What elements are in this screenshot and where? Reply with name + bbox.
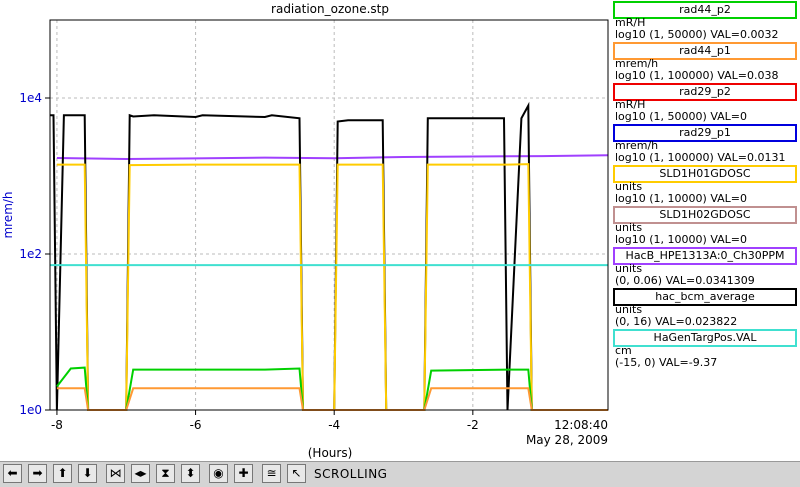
legend-entry-range: (-15, 0) VAL=-9.37 <box>615 356 718 369</box>
pointer-arrow-icon: ↖ <box>291 466 302 480</box>
legend-entry-name[interactable]: HaGenTargPos.VAL <box>613 329 797 347</box>
waveform-icon: ≅ <box>266 466 277 480</box>
y-tick-label: 1e4 <box>19 91 42 105</box>
zoom-out-vertical-icon: ⬍ <box>185 466 196 480</box>
legend-entry-range: log10 (1, 100000) VAL=0.038 <box>615 69 779 82</box>
toolbar: ⬅ ➡ ⬆ ⬇ ⋈ ◂▸ ⧗ ⬍ ◉ ✚ ≅ ↖ SCROLLING <box>0 461 800 487</box>
zoom-in-horizontal-icon: ⋈ <box>109 466 122 480</box>
status-text: SCROLLING <box>314 467 388 481</box>
x-tick-label: -2 <box>467 418 479 432</box>
circle-icon: ◉ <box>213 466 224 480</box>
y-axis-label: mrem/h <box>1 191 15 238</box>
x-axis-label: (Hours) <box>308 446 353 460</box>
legend-entry-range: log10 (1, 10000) VAL=0 <box>615 233 748 246</box>
x-tick-label: -6 <box>190 418 202 432</box>
legend-entry-range: (0, 16) VAL=0.023822 <box>615 315 738 328</box>
legend-entry-range: (0, 0.06) VAL=0.0341309 <box>615 274 755 287</box>
y-tick-label: 1e2 <box>19 247 42 261</box>
zoom-in-x-button[interactable]: ⋈ <box>106 464 125 483</box>
arrow-up-icon: ⬆ <box>57 466 68 480</box>
legend-entry-range: log10 (1, 10000) VAL=0 <box>615 192 748 205</box>
chart-area[interactable]: -8 -6 -4 -2 1e0 1e2 1e4 radiation_ozone.stp (… <box>0 0 612 461</box>
x-tick-label: -4 <box>328 418 340 432</box>
scroll-left-button[interactable]: ⬅ <box>3 464 22 483</box>
zoom-out-horizontal-icon: ◂▸ <box>134 466 147 480</box>
end-time-label: 12:08:40 <box>554 418 608 432</box>
chart-background <box>0 0 612 461</box>
toggle-scroll-button[interactable]: ≅ <box>262 464 281 483</box>
legend-panel: rad44_p2 mR/H log10 (1, 50000) VAL=0.0032 r… <box>612 0 800 455</box>
scroll-up-button[interactable]: ⬆ <box>53 464 72 483</box>
arrow-right-icon: ➡ <box>32 466 43 480</box>
zoom-in-vertical-icon: ⧗ <box>161 466 170 480</box>
legend-entry-range: log10 (1, 50000) VAL=0 <box>615 110 748 123</box>
zoom-out-y-button[interactable]: ⬍ <box>181 464 200 483</box>
arrow-left-icon: ⬅ <box>7 466 18 480</box>
legend-entry[interactable]: HaGenTargPos.VAL cm (-15, 0) VAL=-9.37 <box>612 329 800 381</box>
scroll-down-button[interactable]: ⬇ <box>78 464 97 483</box>
pointer-button[interactable]: ↖ <box>287 464 306 483</box>
x-tick-label: -8 <box>51 418 63 432</box>
scroll-right-button[interactable]: ➡ <box>28 464 47 483</box>
add-marker-button[interactable]: ✚ <box>234 464 253 483</box>
legend-entry-range: log10 (1, 100000) VAL=0.0131 <box>615 151 786 164</box>
chart-title: radiation_ozone.stp <box>271 2 389 16</box>
zoom-in-y-button[interactable]: ⧗ <box>156 464 175 483</box>
end-date-label: May 28, 2009 <box>526 433 608 447</box>
y-tick-label: 1e0 <box>19 403 42 417</box>
plus-icon: ✚ <box>238 466 249 480</box>
arrow-down-icon: ⬇ <box>82 466 93 480</box>
autoscale-button[interactable]: ◉ <box>209 464 228 483</box>
zoom-out-x-button[interactable]: ◂▸ <box>131 464 150 483</box>
legend-entry-range: log10 (1, 50000) VAL=0.0032 <box>615 28 779 41</box>
